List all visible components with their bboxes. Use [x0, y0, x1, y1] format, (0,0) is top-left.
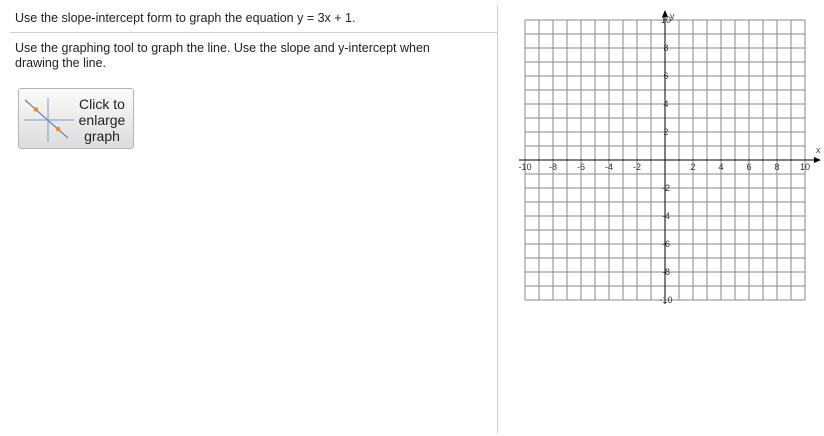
y-tick-label: -4 [662, 211, 670, 221]
x-axis-label: x [816, 145, 821, 155]
enlarge-graph-label: Click to enlarge graph [75, 96, 129, 144]
y-tick-label: 6 [663, 71, 668, 81]
x-tick-label: -2 [633, 162, 641, 172]
y-tick-label: 4 [663, 99, 668, 109]
x-tick-label: -6 [577, 162, 585, 172]
x-tick-label: 8 [774, 162, 779, 172]
instructions-text: Use the graphing tool to graph the line.… [15, 41, 430, 70]
x-tick-label: 6 [746, 162, 751, 172]
x-tick-label: 4 [718, 162, 723, 172]
y-tick-label: -6 [662, 239, 670, 249]
question-pane: Use the slope-intercept form to graph th… [0, 0, 497, 436]
x-tick-label: -8 [549, 162, 557, 172]
axes [519, 10, 821, 304]
enlarge-label-line3: graph [84, 128, 120, 144]
graph-area[interactable]: x y -10 -8 -6 -4 -2 2 4 6 8 10 10 8 6 4 2 -2 -4 -6 -8 -10 [505, 10, 824, 327]
coordinate-grid[interactable]: xy-10 -8 -6 -4 -2 2 4 6 8 10108642-2-4-6-8-10 [505, 10, 824, 322]
y-tick-label: -8 [662, 267, 670, 277]
y-tick-label: 10 [661, 15, 671, 25]
x-tick-label: 2 [690, 162, 695, 172]
x-tick-label: -4 [605, 162, 613, 172]
y-tick-label: 2 [663, 127, 668, 137]
x-axis-arrow [814, 157, 821, 163]
x-tick-label: -10 [518, 162, 531, 172]
question-text: Use the slope-intercept form to graph th… [15, 11, 356, 25]
graph-line-icon [24, 98, 74, 142]
y-tick-label: -10 [659, 295, 672, 305]
y-tick-label: 8 [663, 43, 668, 53]
tick-labels: xy-10 -8 -6 -4 -2 2 4 6 8 10108642-2-4-6-8-10 [518, 11, 821, 305]
enlarge-label-line1: Click to [79, 96, 125, 112]
pane-divider [497, 5, 498, 433]
question-divider [10, 32, 497, 33]
enlarge-label-line2: enlarge [78, 112, 126, 128]
x-tick-label: 10 [800, 162, 810, 172]
enlarge-graph-button[interactable]: Click to enlarge graph [18, 88, 134, 149]
y-tick-label: -2 [662, 183, 670, 193]
